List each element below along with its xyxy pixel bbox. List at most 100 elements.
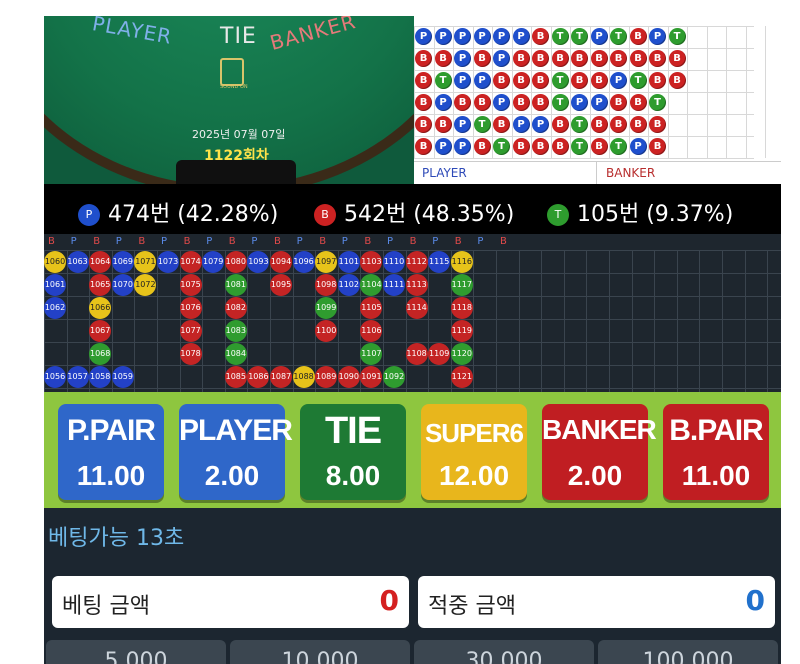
bead-player: P <box>532 116 549 133</box>
big-road-header: P <box>296 236 303 247</box>
bead-player: P <box>590 94 608 111</box>
bead-tie: T <box>551 94 569 111</box>
bead-banker: B <box>610 116 627 133</box>
big-road-cell: 1057 <box>66 366 89 388</box>
bead-player: P <box>454 72 471 89</box>
bead-player: P <box>454 116 471 133</box>
bet-player-button[interactable]: PLAYER 2.00 <box>179 404 293 500</box>
big-road-header: B <box>409 236 417 247</box>
big-road-cell: 1106 <box>360 320 383 342</box>
big-road-cell: 1076 <box>179 297 202 319</box>
big-road-header: P <box>161 236 168 247</box>
big-road-cell: 1070 <box>111 274 134 296</box>
banker-stat-text: 542번 (48.35%) <box>344 202 515 227</box>
bet-name: BANKER <box>542 414 657 445</box>
big-road-cell: 1118 <box>450 297 473 319</box>
bead-player: P <box>454 50 471 67</box>
bead-player: P <box>473 28 491 45</box>
big-road-cell: 1085 <box>224 366 247 388</box>
bead-banker: B <box>590 116 608 133</box>
sound-icon[interactable] <box>220 58 244 86</box>
chip-button[interactable]: 30,000 <box>414 640 594 664</box>
big-road-cell: 1100 <box>315 320 338 342</box>
big-road-cell: 1104 <box>360 274 383 296</box>
bead-tie: T <box>551 28 569 45</box>
big-road-header: B <box>48 236 55 247</box>
bead-player: P <box>454 28 471 45</box>
bead-banker: B <box>551 50 569 67</box>
big-road-header: B <box>274 236 281 247</box>
bead-banker: B <box>610 94 627 111</box>
bead-banker: B <box>649 50 666 67</box>
player-badge: P <box>78 204 100 226</box>
big-road-cell: 1088 <box>292 366 315 388</box>
bead-player: P <box>415 28 432 45</box>
big-road-cell: 1077 <box>179 320 202 342</box>
big-road-cell: 1099 <box>315 297 338 319</box>
player-stat-text: 474번 (42.28%) <box>108 202 279 227</box>
bead-banker: B <box>629 28 647 45</box>
bead-player: P <box>434 28 452 45</box>
bead-banker: B <box>668 50 686 67</box>
bead-player: P <box>649 28 666 45</box>
bead-banker: B <box>610 50 627 67</box>
bead-banker: B <box>590 50 608 67</box>
bead-banker: B <box>649 138 666 155</box>
bead-road-legend: PLAYER BANKER <box>414 161 781 185</box>
big-road-cell: 1075 <box>179 274 202 296</box>
big-road-header: P <box>432 236 439 247</box>
bead-tie: T <box>610 138 627 155</box>
big-road-cell: 1117 <box>450 274 473 296</box>
big-road-header: P <box>387 236 394 247</box>
big-road-cell: 1116 <box>450 251 473 273</box>
big-road-header: B <box>364 236 372 247</box>
game-date: 2025년 07월 07일 <box>192 128 286 141</box>
chip-button[interactable]: 10,000 <box>230 640 410 664</box>
bet-name: PLAYER <box>179 414 293 447</box>
player-stat: P 474번 (42.28%) <box>78 196 278 228</box>
bead-banker: B <box>590 72 608 89</box>
bead-player: P <box>512 28 530 45</box>
bead-tie: T <box>473 116 491 133</box>
bead-banker: B <box>473 50 491 67</box>
big-road-cell: 1069 <box>111 251 134 273</box>
bead-banker: B <box>649 116 666 133</box>
big-road-header: B <box>138 236 146 247</box>
big-road-header: B <box>183 236 191 247</box>
big-road-cell: 1072 <box>134 274 157 296</box>
big-road-cell: 1110 <box>383 251 405 273</box>
big-road-cell: 1065 <box>89 274 112 296</box>
big-road-cell: 1084 <box>224 343 247 365</box>
big-road-cell: 1082 <box>224 297 247 319</box>
big-road-header: P <box>251 236 258 247</box>
bead-banker: B <box>532 94 549 111</box>
chip-button[interactable]: 5,000 <box>46 640 226 664</box>
bead-banker: B <box>415 72 432 89</box>
chip-button[interactable]: 100,000 <box>598 640 778 664</box>
bead-banker: B <box>512 72 530 89</box>
bet-ppair-button[interactable]: P.PAIR 11.00 <box>58 404 164 500</box>
big-road-cell: 1083 <box>224 320 247 342</box>
bet-super6-button[interactable]: SUPER6 12.00 <box>421 404 527 500</box>
bead-tie: T <box>571 28 588 45</box>
bet-amount-label: 베팅 금액 <box>62 594 150 619</box>
big-road-cell: 1091 <box>360 366 383 388</box>
tie-stat-text: 105번 (9.37%) <box>577 202 734 227</box>
sound-label: SOUND ON <box>220 84 248 90</box>
big-road-cell: 1096 <box>292 251 315 273</box>
bead-banker: B <box>629 94 647 111</box>
bead-banker: B <box>493 116 510 133</box>
bead-road-grid: PPPPPPBTTPTBPTBBPBPBBBBBBBBBBTPPBBBTBBPT… <box>414 26 766 159</box>
bet-amount-field: 베팅 금액 0 <box>52 576 409 628</box>
bead-banker: B <box>532 138 549 155</box>
bet-name: TIE <box>324 410 382 452</box>
bet-tie-button[interactable]: TIE 8.00 <box>300 404 406 500</box>
big-road-header: P <box>115 236 122 247</box>
bead-banker: B <box>629 50 647 67</box>
bet-banker-button[interactable]: BANKER 2.00 <box>542 404 657 500</box>
big-road-cell: 1071 <box>134 251 157 273</box>
bet-bpair-button[interactable]: B.PAIR 11.00 <box>663 404 769 500</box>
bead-tie: T <box>610 28 627 45</box>
legend-banker: BANKER <box>606 166 656 180</box>
big-road-cell: 1064 <box>89 251 112 273</box>
